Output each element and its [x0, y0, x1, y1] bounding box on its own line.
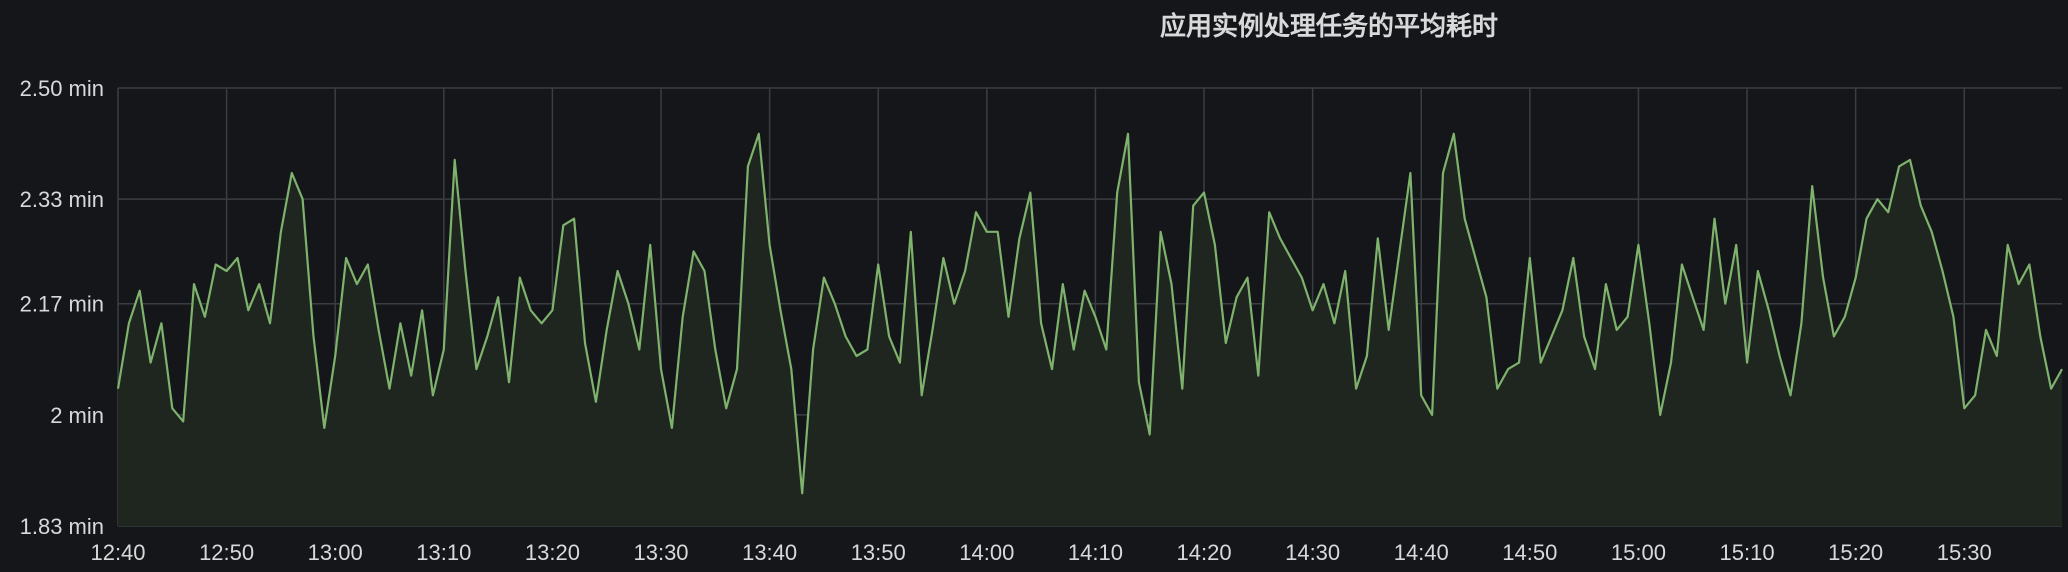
y-tick-label: 1.83 min: [20, 514, 104, 539]
x-tick-label: 13:10: [416, 540, 471, 565]
x-tick-label: 13:20: [525, 540, 580, 565]
x-tick-label: 15:20: [1828, 540, 1883, 565]
x-tick-label: 12:40: [90, 540, 145, 565]
x-tick-label: 13:00: [308, 540, 363, 565]
x-axis: 12:40 12:50 13:00 13:10 13:20 13:30 13:40 13:50…: [90, 540, 1991, 565]
x-tick-label: 14:00: [959, 540, 1014, 565]
x-tick-label: 14:30: [1285, 540, 1340, 565]
x-tick-label: 15:00: [1611, 540, 1666, 565]
y-axis: 1.83 min 2 min 2.17 min 2.33 min 2.50 min: [20, 76, 104, 539]
x-tick-label: 13:50: [851, 540, 906, 565]
x-tick-label: 15:30: [1937, 540, 1992, 565]
time-series-chart[interactable]: 1.83 min 2 min 2.17 min 2.33 min 2.50 min 12…: [0, 0, 2068, 572]
y-tick-label: 2.50 min: [20, 76, 104, 101]
y-tick-label: 2.33 min: [20, 187, 104, 212]
x-tick-label: 14:50: [1502, 540, 1557, 565]
x-tick-label: 15:10: [1720, 540, 1775, 565]
x-tick-label: 13:30: [633, 540, 688, 565]
x-tick-label: 14:40: [1394, 540, 1449, 565]
x-tick-label: 14:20: [1177, 540, 1232, 565]
x-tick-label: 12:50: [199, 540, 254, 565]
x-tick-label: 13:40: [742, 540, 797, 565]
x-tick-label: 14:10: [1068, 540, 1123, 565]
series-area: [118, 133, 2062, 527]
chart-panel: 应用实例处理任务的平均耗时 1.83 min 2 min 2.17 min 2.33 …: [0, 0, 2068, 572]
series-fill: [118, 133, 2062, 527]
y-tick-label: 2.17 min: [20, 292, 104, 317]
y-tick-label: 2 min: [50, 403, 104, 428]
